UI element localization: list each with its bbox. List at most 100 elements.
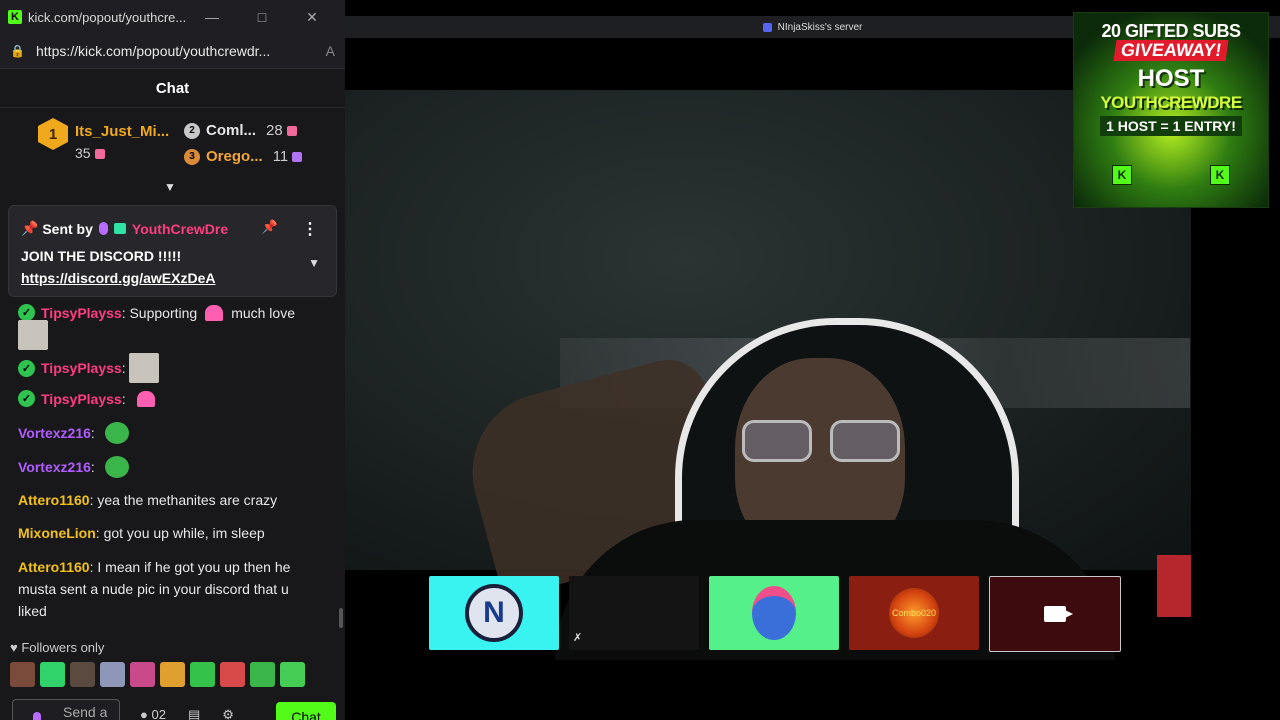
chat-text: musta sent a nude pic in your discord th… xyxy=(18,581,289,597)
chat-username[interactable]: Attero1160 xyxy=(18,559,90,575)
send-chat-button[interactable]: Chat xyxy=(276,702,336,720)
participant-tile[interactable] xyxy=(709,576,839,650)
chat-username[interactable]: Attero1160 xyxy=(18,492,90,508)
participant-tile-active[interactable] xyxy=(989,576,1121,652)
chat-text: I mean if he got you up then he xyxy=(97,559,291,575)
collapse-leaderboard-icon[interactable]: ▼ xyxy=(164,180,176,194)
lock-icon: 🔒 xyxy=(10,44,25,58)
chat-message: Vortexz216: xyxy=(18,422,129,444)
gift-icon xyxy=(286,125,297,136)
viewer-count: 02 xyxy=(151,707,166,720)
chat-popout-window: K kick.com/popout/youthcre... — □ ✕ 🔒 ht… xyxy=(0,0,345,720)
video-camera-icon xyxy=(1044,606,1073,622)
emote-icon[interactable] xyxy=(40,662,65,687)
giveaway-line1: 20 GIFTED SUBS xyxy=(1101,21,1241,41)
pinned-sender-row: 📌 Sent by YouthCrewDre xyxy=(21,220,228,237)
pepe-emote-icon xyxy=(104,456,129,478)
address-bar[interactable]: 🔒 https://kick.com/popout/youthcrewdr...… xyxy=(0,34,345,69)
chat-username[interactable]: Vortexz216 xyxy=(18,459,91,475)
leader-count: 28 xyxy=(266,122,283,139)
leader-name: Coml... xyxy=(206,122,257,139)
viewers-icon[interactable]: ● 02 xyxy=(140,707,166,720)
window-title: kick.com/popout/youthcre... xyxy=(28,9,187,25)
chevron-down-icon[interactable]: ▼ xyxy=(308,256,320,270)
emote-icon[interactable] xyxy=(130,662,155,687)
maximize-icon[interactable]: □ xyxy=(237,9,287,25)
leader-count: 35 xyxy=(75,145,105,161)
giveaway-channel: YOUTHCREWDRE xyxy=(1100,93,1242,112)
verified-badge-icon: ✓ xyxy=(18,390,35,407)
giveaway-rule: 1 HOST = 1 ENTRY! xyxy=(1100,116,1242,136)
emote-icon[interactable] xyxy=(160,662,185,687)
subscriber-badge-icon xyxy=(113,223,126,234)
chat-username[interactable]: Vortexz216 xyxy=(18,425,91,441)
chat-message: Attero1160: yea the methanites are crazy xyxy=(18,492,278,508)
chat-message: Attero1160: I mean if he got you up then… xyxy=(18,559,291,575)
more-options-icon[interactable]: ⋮ xyxy=(302,219,318,239)
cat-emote-icon xyxy=(18,320,48,350)
chat-message-continued: musta sent a nude pic in your discord th… xyxy=(18,581,289,597)
kick-logo-icon: K xyxy=(1112,165,1132,185)
pinned-author[interactable]: YouthCrewDre xyxy=(132,221,228,237)
emote-icon[interactable] xyxy=(190,662,215,687)
chat-input-placeholder: Send a xyxy=(63,704,108,720)
chat-input[interactable]: Send a xyxy=(12,699,120,720)
pin-small-icon: 📌 xyxy=(21,220,43,236)
chat-username[interactable]: TipsyPlayss xyxy=(41,391,122,407)
leaderboard-first[interactable]: 1 Its_Just_Mi... 35 xyxy=(38,118,169,161)
pin-icon[interactable]: 📌 xyxy=(262,219,278,235)
leaderboard-second[interactable]: 2 Coml... 28 xyxy=(184,122,297,139)
chat-username[interactable]: TipsyPlayss xyxy=(41,305,122,321)
chat-input-icons: ● 02 ▤ ⚙ xyxy=(140,707,234,720)
emote-icon[interactable] xyxy=(70,662,95,687)
participant-tile[interactable]: N xyxy=(429,576,559,650)
chat-scrollbar[interactable] xyxy=(339,608,343,628)
muted-icon: ✗ xyxy=(573,632,583,644)
red-cup-image xyxy=(1157,555,1191,617)
participant-tile[interactable]: ✗ xyxy=(569,576,699,650)
emote-icon[interactable] xyxy=(280,662,305,687)
close-icon[interactable]: ✕ xyxy=(287,9,337,26)
glasses-image xyxy=(742,420,902,462)
mic-icon xyxy=(33,712,41,720)
emote-icon[interactable] xyxy=(220,662,245,687)
emote-icon[interactable] xyxy=(10,662,35,687)
giveaway-line2: GIVEAWAY! xyxy=(1113,40,1229,61)
chat-text: got you up while, im sleep xyxy=(103,525,265,541)
recent-emotes xyxy=(10,662,305,687)
pepe-emote-icon xyxy=(104,422,129,444)
chat-username[interactable]: TipsyPlayss xyxy=(41,360,122,376)
chat-message: MixoneLion: got you up while, im sleep xyxy=(18,525,265,541)
sent-by-label: Sent by xyxy=(42,220,93,237)
followers-only-indicator: ♥ Followers only xyxy=(10,640,104,655)
minimize-icon[interactable]: — xyxy=(187,9,237,25)
settings-icon[interactable]: ⚙ xyxy=(222,707,234,720)
emote-icon[interactable] xyxy=(250,662,275,687)
window-titlebar: K kick.com/popout/youthcre... — □ ✕ xyxy=(0,0,345,34)
chat-message: ✓ TipsyPlayss: Supporting much love xyxy=(18,304,295,321)
participant-tiles: N ✗ Combo020 xyxy=(429,576,1121,652)
pinned-link[interactable]: https://discord.gg/awEXzDeA xyxy=(21,270,215,286)
kick-badges: K K xyxy=(1074,165,1268,185)
pinned-text: JOIN THE DISCORD !!!!! xyxy=(21,248,182,264)
gift-sub-icon[interactable]: ▤ xyxy=(188,707,200,720)
webcam-video[interactable] xyxy=(345,90,1191,660)
leader-name: Orego... xyxy=(206,148,263,165)
discord-icon xyxy=(762,22,772,32)
chat-username[interactable]: MixoneLion xyxy=(18,525,96,541)
url-text[interactable]: https://kick.com/popout/youthcrewdr... xyxy=(36,43,326,59)
chat-text: much love xyxy=(231,304,295,321)
n-logo-avatar-icon: N xyxy=(465,584,523,642)
participant-tile[interactable]: Combo020 xyxy=(849,576,979,650)
rank-1-badge-icon: 1 xyxy=(38,118,68,150)
leader-count-value: 35 xyxy=(75,145,91,161)
chat-message: ✓ TipsyPlayss: xyxy=(18,390,163,407)
emote-icon[interactable] xyxy=(100,662,125,687)
chat-text: Supporting xyxy=(129,304,198,321)
reader-mode-icon[interactable]: A xyxy=(326,43,335,59)
leaderboard-third[interactable]: 3 Orego... 11 xyxy=(184,148,303,165)
rank-2-badge-icon: 2 xyxy=(184,122,200,139)
avatar-label: Combo020 xyxy=(891,608,937,618)
leader-name: Its_Just_Mi... xyxy=(75,123,170,140)
heart-emote-icon xyxy=(137,390,156,407)
